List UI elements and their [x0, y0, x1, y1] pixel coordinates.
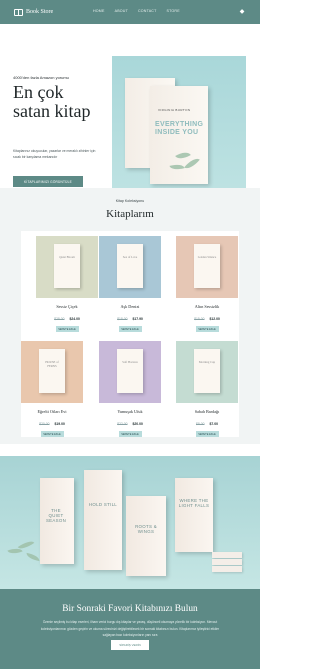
review-count: 4000'den fazla Amazon yorumu [13, 75, 69, 80]
new-price: $19.00 [54, 422, 65, 426]
book-name: Altın Sessizlik [194, 304, 220, 309]
book-cover[interactable]: Morning Cup [176, 341, 238, 403]
book-name: Sabah Bardağı [194, 409, 220, 414]
nav-contact[interactable]: CONTACT [138, 9, 157, 13]
banner-book: WHERE THE LIGHT FALLS [175, 478, 213, 552]
banner-book-title: ROOTS & WINGS [135, 524, 157, 534]
book-cover[interactable]: Quiet Bloom [36, 236, 98, 298]
order-button[interactable]: SİPARİŞ VERİN [111, 640, 149, 650]
book-card[interactable]: Sea of Love Aşk Denizi $18.00 $17.90 SEPE… [99, 236, 161, 332]
book-cover[interactable]: Soft Horizon [99, 341, 161, 403]
cover-title: Morning Cup [198, 360, 216, 364]
old-price: $8.00 [196, 422, 205, 426]
book-logo-icon [14, 8, 23, 16]
old-price: $20.00 [39, 422, 50, 426]
view-books-button[interactable]: KİTAPLARIMIZI GÖRÜNTÜLE [13, 176, 83, 187]
banner-book-title: WHERE THE LIGHT FALLS [178, 498, 210, 508]
book-card[interactable]: Morning Cup Sabah Bardağı $8.00 $7.00 SEP… [176, 341, 238, 437]
book-card[interactable]: Quiet Bloom Sessiz Çiçek $28.00 $24.00 SE… [36, 236, 98, 332]
cover-title: Soft Horizon [122, 360, 138, 364]
banner-book: ROOTS & WINGS [126, 496, 166, 576]
nav-about[interactable]: ABOUT [115, 9, 128, 13]
add-to-cart-button[interactable]: SEPETE EKLE [118, 326, 142, 332]
cover-title: Sea of Love [122, 255, 138, 259]
logo-text: Book Store [26, 9, 54, 15]
book-name: Sessiz Çiçek [56, 304, 78, 309]
new-price: $24.00 [69, 317, 80, 321]
add-to-cart-button[interactable]: SEPETE EKLE [195, 326, 219, 332]
book-name: Yumuşak Ufuk [117, 409, 143, 414]
add-to-cart-button[interactable]: SEPETE EKLE [55, 326, 79, 332]
add-to-cart-button[interactable]: SEPETE EKLE [40, 431, 64, 437]
cover-title: Quiet Bloom [59, 255, 75, 259]
old-price: $15.00 [194, 317, 205, 321]
book-cover[interactable]: Sea of Love [99, 236, 161, 298]
old-price: $18.00 [117, 317, 128, 321]
collection-title: Kitaplarım [106, 208, 154, 220]
hero-book-title: EVERYTHING INSIDE YOU [155, 121, 204, 136]
hero-image: VIRGINIA BURTON EVERYTHING INSIDE YOU [112, 56, 246, 199]
banner-book: THE QUIET SEASON [40, 478, 74, 564]
book-cover[interactable]: Golden Silence [176, 236, 238, 298]
book-card[interactable]: Golden Silence Altın Sessizlik $15.00 $12… [176, 236, 238, 332]
book-name: Aşk Denizi [120, 304, 140, 309]
add-to-cart-button[interactable]: SEPETE EKLE [195, 431, 219, 437]
hero-book-author: VIRGINIA BURTON [158, 108, 191, 112]
cover-title: Golden Silence [197, 255, 217, 259]
logo[interactable]: Book Store [14, 8, 54, 16]
cover-title: HOUSE of FERNS [45, 360, 59, 368]
new-price: $17.90 [132, 317, 143, 321]
find-book-text: Özenle seçilmiş bu kitap eserleri, ilham… [40, 620, 220, 637]
book-card[interactable]: Soft Horizon Yumuşak Ufuk $22.00 $20.00 S… [99, 341, 161, 437]
hero-book-front: VIRGINIA BURTON EVERYTHING INSIDE YOU [150, 86, 208, 184]
nav-home[interactable]: HOME [93, 9, 105, 13]
new-price: $7.00 [209, 422, 219, 426]
social-icon[interactable]: ◆ [238, 8, 246, 16]
books-banner-image: THE QUIET SEASON HOLD STILL ROOTS & WING… [0, 456, 260, 589]
new-price: $12.00 [209, 317, 220, 321]
book-grid: Quiet Bloom Sessiz Çiçek $28.00 $24.00 SE… [21, 231, 239, 437]
hero-description: Kitaplarınız okuyucular, yazarlar ve mer… [13, 149, 96, 160]
find-book-title: Bir Sonraki Favori Kitabınızı Bulun [62, 604, 198, 614]
book-card[interactable]: HOUSE of FERNS Eğrelti Otları Evi $20.00… [21, 341, 83, 437]
banner-book: HOLD STILL [84, 470, 122, 570]
hero-title: En çok satan kitap [13, 82, 91, 121]
collection-section: Kitap Koleksiyonu Kitaplarım Quiet Bloom… [0, 188, 260, 444]
book-cover[interactable]: HOUSE of FERNS [21, 341, 83, 403]
find-book-section: Bir Sonraki Favori Kitabınızı Bulun Özen… [0, 589, 260, 669]
new-price: $20.00 [132, 422, 143, 426]
old-price: $28.00 [54, 317, 65, 321]
hero-section: 4000'den fazla Amazon yorumu En çok sata… [0, 24, 260, 199]
old-price: $22.00 [117, 422, 128, 426]
banner-book-title: THE QUIET SEASON [45, 508, 67, 523]
nav-store[interactable]: STORE [167, 9, 180, 13]
book-name: Eğrelti Otları Evi [37, 409, 67, 414]
add-to-cart-button[interactable]: SEPETE EKLE [118, 431, 142, 437]
collection-subtitle: Kitap Koleksiyonu [115, 199, 145, 203]
banner-book-title: HOLD STILL [88, 502, 118, 507]
main-nav: HOME ABOUT CONTACT STORE [93, 9, 180, 13]
site-header: Book Store HOME ABOUT CONTACT STORE ◆ [0, 0, 260, 24]
